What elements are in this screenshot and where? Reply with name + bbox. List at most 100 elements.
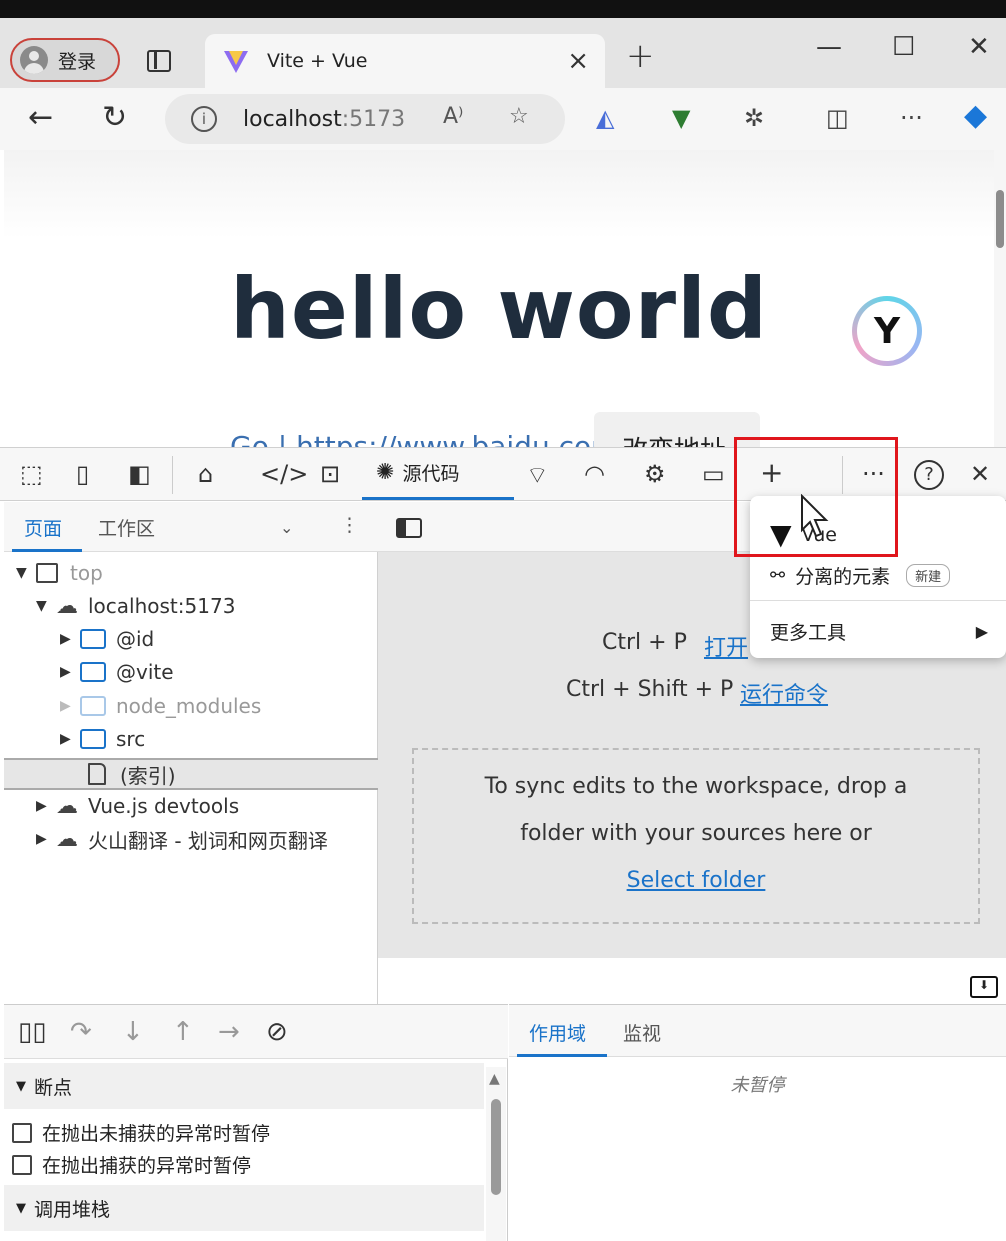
tree-item-top[interactable]: ▼ top bbox=[16, 557, 103, 589]
checkbox[interactable] bbox=[12, 1154, 32, 1175]
pause-icon[interactable]: ▯▯ bbox=[18, 1017, 47, 1047]
maximize-button[interactable]: ☐ bbox=[892, 32, 915, 62]
close-devtools-icon[interactable]: ✕ bbox=[970, 460, 990, 488]
menu-item-more-tools[interactable]: 更多工具 bbox=[770, 618, 846, 645]
help-icon[interactable]: ? bbox=[914, 460, 944, 490]
breakpoints-section-header[interactable]: ▼ 断点 bbox=[4, 1063, 484, 1109]
floating-assistant-icon[interactable]: Y bbox=[852, 296, 922, 366]
tab-watch[interactable]: 监视 bbox=[623, 1019, 661, 1046]
tree-item-src[interactable]: ▶ src bbox=[60, 723, 145, 755]
site-info-icon[interactable]: i bbox=[191, 106, 217, 132]
call-stack-section-header[interactable]: ▼ 调用堆栈 bbox=[4, 1185, 484, 1231]
close-tab-icon[interactable]: × bbox=[567, 46, 589, 76]
login-button[interactable]: 登录 bbox=[10, 38, 120, 82]
step-into-icon[interactable]: ↓ bbox=[122, 1017, 144, 1047]
tree-item-volc-translate[interactable]: ▶ ☁ 火山翻译 - 划词和网页翻译 bbox=[36, 823, 328, 855]
extensions-puzzle-icon[interactable]: ✲ bbox=[744, 104, 764, 132]
window-close-button[interactable]: ✕ bbox=[968, 32, 990, 62]
shortcut-open-link[interactable]: 打开 bbox=[704, 630, 748, 662]
address-bar[interactable]: i localhost:5173 A⁾ ☆ bbox=[165, 94, 565, 144]
scrollbar-thumb[interactable] bbox=[996, 190, 1004, 248]
tab-sources-label: 源代码 bbox=[402, 463, 460, 485]
expand-arrow-icon[interactable]: ▼ bbox=[36, 598, 56, 614]
frame-icon bbox=[36, 563, 58, 583]
navigator-tabs: 页面 工作区 ⌄ ⋮ bbox=[4, 502, 378, 552]
tree-item-id[interactable]: ▶ @id bbox=[60, 623, 154, 655]
tree-label: localhost:5173 bbox=[88, 594, 236, 618]
chevron-down-icon[interactable]: ⌄ bbox=[280, 518, 293, 537]
change-address-button[interactable]: 改变地址 bbox=[594, 412, 760, 447]
split-screen-icon[interactable]: ◫ bbox=[826, 104, 849, 132]
elements-code-icon[interactable]: </> bbox=[260, 460, 308, 488]
scope-tabs: 作用域 监视 bbox=[509, 1005, 1006, 1057]
tab-scope[interactable]: 作用域 bbox=[529, 1019, 586, 1046]
debugger-scrollbar[interactable]: ▲ bbox=[486, 1067, 506, 1241]
tab-sources[interactable]: ✺ 源代码 bbox=[362, 448, 514, 500]
toggle-sidebar-icon[interactable] bbox=[396, 518, 422, 538]
select-folder-link[interactable]: Select folder bbox=[627, 868, 766, 893]
more-tools-plus-icon[interactable]: + bbox=[760, 456, 783, 489]
dock-side-icon[interactable]: ◧ bbox=[128, 460, 151, 488]
step-out-icon[interactable]: ↑ bbox=[172, 1017, 194, 1047]
folder-icon bbox=[80, 729, 106, 749]
new-tab-button[interactable]: + bbox=[626, 36, 655, 76]
pause-uncaught-option[interactable]: 在抛出未捕获的异常时暂停 bbox=[12, 1119, 270, 1146]
collapse-arrow-icon[interactable]: ▶ bbox=[60, 698, 80, 714]
memory-chip-icon[interactable]: ⚙ bbox=[644, 460, 666, 488]
dock-drawer-icon[interactable]: ⬇ bbox=[970, 976, 998, 998]
console-icon[interactable]: ⊡ bbox=[320, 460, 340, 488]
scrollbar-thumb[interactable] bbox=[491, 1099, 501, 1195]
network-wifi-icon[interactable]: ⌔ bbox=[526, 460, 549, 490]
collapse-arrow-icon[interactable]: ▶ bbox=[36, 831, 56, 847]
vue-extension-icon[interactable]: ▼ bbox=[672, 104, 690, 132]
collapse-arrow-icon[interactable]: ▶ bbox=[60, 631, 80, 647]
shortcut-run-keys: Ctrl + Shift + P bbox=[566, 677, 734, 702]
folder-icon bbox=[80, 696, 106, 716]
application-window-icon[interactable]: ▭ bbox=[702, 460, 725, 488]
tree-item-node-modules[interactable]: ▶ node_modules bbox=[60, 690, 261, 722]
minimize-button[interactable]: — bbox=[816, 32, 842, 62]
page-link[interactable]: Go | https://www.baidu.com bbox=[230, 430, 618, 447]
collapse-arrow-icon[interactable]: ▶ bbox=[60, 664, 80, 680]
drop-hint-line2: folder with your sources here or bbox=[520, 821, 872, 846]
copilot-icon[interactable]: ◆ bbox=[964, 98, 987, 133]
collapse-arrow-icon[interactable]: ▶ bbox=[36, 798, 56, 814]
shortcut-run-link[interactable]: 运行命令 bbox=[740, 677, 828, 709]
tree-item-index[interactable]: (索引) bbox=[88, 758, 176, 790]
url-host: localhost bbox=[243, 106, 342, 132]
workspace-drop-zone[interactable]: To sync edits to the workspace, drop a f… bbox=[412, 748, 980, 924]
tree-item-localhost[interactable]: ▼ ☁ localhost:5173 bbox=[36, 590, 235, 622]
editor-footer: ⬇ bbox=[378, 958, 1006, 1004]
tab-actions-icon[interactable] bbox=[147, 50, 171, 72]
checkbox[interactable] bbox=[12, 1122, 32, 1143]
tab-page[interactable]: 页面 bbox=[24, 514, 62, 541]
menu-item-detached-elements[interactable]: ⚯ 分离的元素 新建 bbox=[770, 562, 951, 589]
extension-icon[interactable]: ◭ bbox=[596, 104, 614, 132]
bug-icon: ✺ bbox=[376, 460, 395, 485]
back-icon[interactable]: ← bbox=[28, 100, 53, 135]
scroll-up-icon[interactable]: ▲ bbox=[489, 1071, 500, 1087]
performance-gauge-icon[interactable]: ◠ bbox=[584, 460, 605, 488]
page-scrollbar[interactable] bbox=[994, 150, 1006, 447]
deactivate-breakpoints-icon[interactable]: ⊘ bbox=[266, 1017, 288, 1047]
favorite-star-icon[interactable]: ☆ bbox=[509, 104, 529, 129]
expand-arrow-icon: ▼ bbox=[16, 1078, 26, 1094]
read-aloud-icon[interactable]: A⁾ bbox=[443, 104, 463, 129]
collapse-arrow-icon[interactable]: ▶ bbox=[60, 731, 80, 747]
more-menu-icon[interactable]: ··· bbox=[900, 104, 923, 132]
kebab-menu-icon[interactable]: ⋮ bbox=[340, 514, 359, 536]
inspect-element-icon[interactable]: ⬚ bbox=[20, 460, 43, 488]
step-icon[interactable]: → bbox=[218, 1017, 240, 1047]
tab-workspace[interactable]: 工作区 bbox=[98, 514, 155, 541]
welcome-home-icon[interactable]: ⌂ bbox=[198, 460, 213, 488]
tree-item-vue-devtools[interactable]: ▶ ☁ Vue.js devtools bbox=[36, 790, 239, 822]
step-over-icon[interactable]: ↷ bbox=[70, 1017, 92, 1047]
browser-tab[interactable]: Vite + Vue × bbox=[205, 34, 605, 88]
pause-caught-option[interactable]: 在抛出捕获的异常时暂停 bbox=[12, 1151, 251, 1178]
overflow-menu-icon[interactable]: ··· bbox=[862, 460, 885, 488]
expand-arrow-icon[interactable]: ▼ bbox=[16, 565, 36, 581]
tree-item-vite[interactable]: ▶ @vite bbox=[60, 656, 174, 688]
device-emulation-icon[interactable]: ▯ bbox=[76, 460, 89, 488]
option-label: 在抛出未捕获的异常时暂停 bbox=[42, 1123, 271, 1145]
refresh-icon[interactable]: ↻ bbox=[102, 100, 127, 135]
